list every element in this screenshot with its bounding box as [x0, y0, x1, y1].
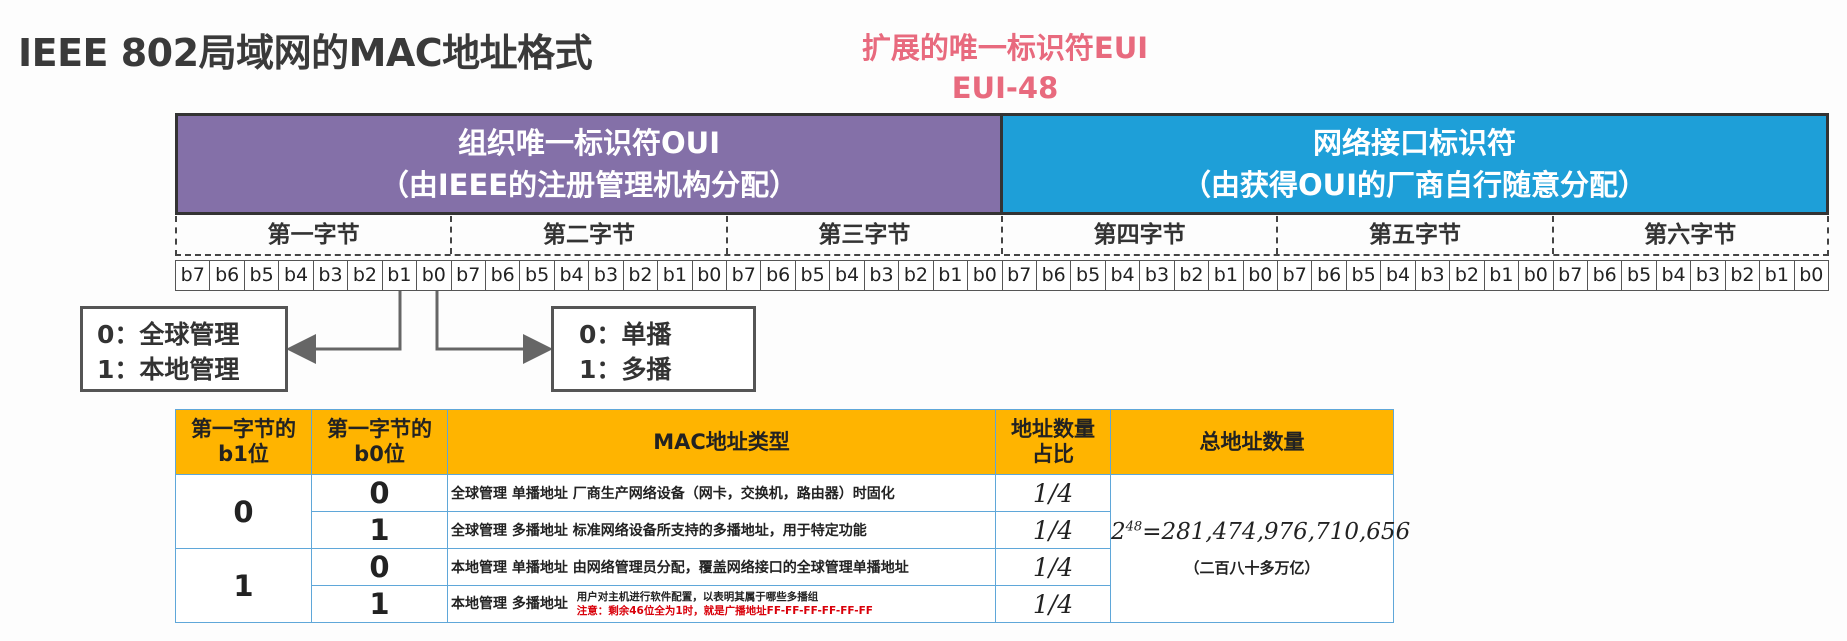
type-desc: 本地管理 单播地址 由网络管理员分配，覆盖网络接口的全球管理单播地址 — [447, 548, 996, 586]
ratio-value: 1/4 — [995, 474, 1111, 512]
b0-value: 1 — [311, 585, 448, 623]
type-desc: 全球管理 单播地址 厂商生产网络设备（网卡，交换机，路由器）时固化 — [447, 474, 996, 512]
mac-type-table: 第一字节的b1位 第一字节的b0位 MAC地址类型 地址数量占比 总地址数量 0… — [175, 409, 1410, 623]
total-cell: 248=281,474,976,710,656 （二百八十多万亿） — [1110, 474, 1410, 623]
b0-value: 1 — [311, 511, 448, 549]
b1-value-1: 1 — [175, 548, 312, 623]
header-ratio: 地址数量占比 — [995, 409, 1111, 475]
callout-b0-line2: 1：多播 — [579, 355, 672, 384]
note-warning: 注意：剩余46位全为1时，就是广播地址FF-FF-FF-FF-FF-FF — [576, 605, 873, 617]
callout-b1: 0：全球管理 1：本地管理 — [80, 306, 288, 392]
type-desc-main: 本地管理 多播地址 — [451, 596, 568, 612]
callout-b1-line2: 1：本地管理 — [97, 355, 240, 384]
total-cn: （二百八十多万亿） — [1184, 559, 1320, 577]
callout-b1-line1: 0：全球管理 — [97, 320, 240, 349]
type-desc-note: 用户对主机进行软件配置，以表明其属于哪些多播组 注意：剩余46位全为1时，就是广… — [577, 590, 873, 618]
ratio-value: 1/4 — [995, 585, 1111, 623]
b0-arrow — [435, 291, 553, 364]
b0-value: 0 — [311, 548, 448, 586]
type-desc: 本地管理 多播地址 用户对主机进行软件配置，以表明其属于哪些多播组 注意：剩余4… — [447, 585, 996, 623]
total-base: 2 — [1111, 519, 1126, 545]
total-value: =281,474,976,710,656 — [1142, 519, 1411, 545]
table-header-row: 第一字节的b1位 第一字节的b0位 MAC地址类型 地址数量占比 总地址数量 — [175, 409, 1394, 475]
b1-arrow — [286, 291, 402, 364]
header-type: MAC地址类型 — [447, 409, 996, 475]
header-b1: 第一字节的b1位 — [175, 409, 312, 475]
type-desc: 全球管理 多播地址 标准网络设备所支持的多播地址，用于特定功能 — [447, 511, 996, 549]
total-exp: 48 — [1125, 519, 1143, 535]
header-total: 总地址数量 — [1110, 409, 1394, 475]
ratio-value: 1/4 — [995, 511, 1111, 549]
note-text: 用户对主机进行软件配置，以表明其属于哪些多播组 — [576, 591, 819, 603]
header-b0: 第一字节的b0位 — [311, 409, 448, 475]
ratio-value: 1/4 — [995, 548, 1111, 586]
callout-b0: 0：单播 1：多播 — [551, 306, 756, 392]
callout-b0-line1: 0：单播 — [579, 320, 672, 349]
b0-value: 0 — [311, 474, 448, 512]
table-row: 0 0 全球管理 单播地址 厂商生产网络设备（网卡，交换机，路由器）时固化 1/… — [175, 474, 1410, 623]
b1-value-0: 0 — [175, 474, 312, 549]
